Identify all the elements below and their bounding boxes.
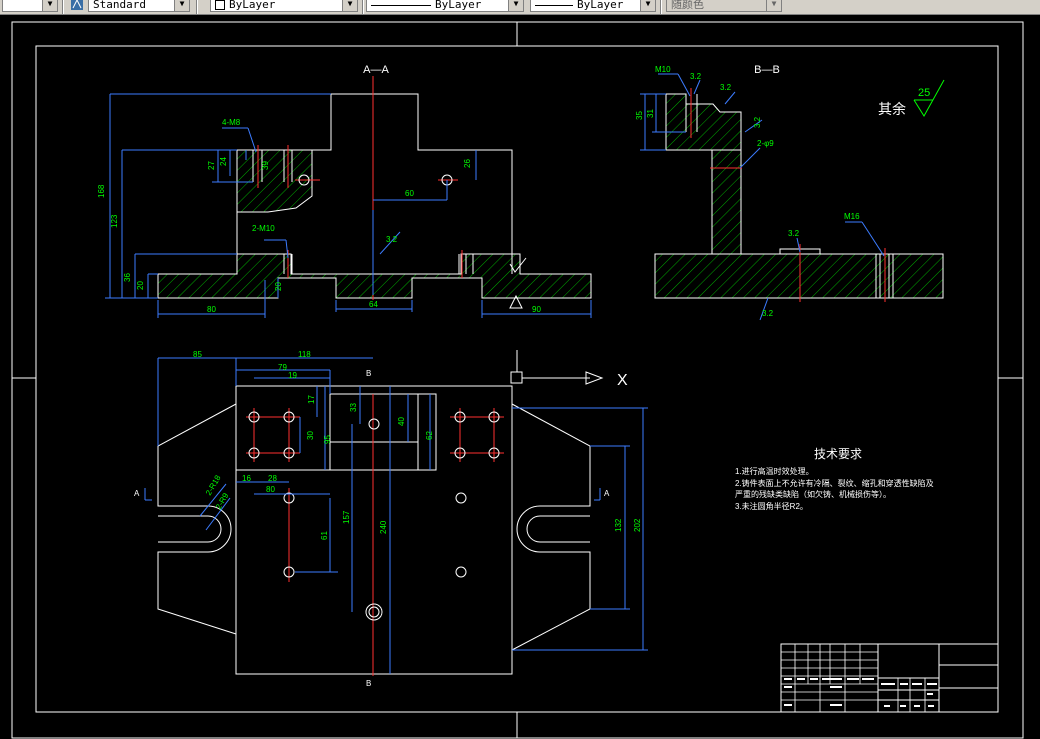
svg-text:A: A <box>134 489 140 498</box>
chevron-down-icon[interactable]: ▼ <box>640 0 655 11</box>
cad-drawing: A—A 168 123 36 20 27 24 39 26 60 80 64 9… <box>11 21 1024 739</box>
section-aa-hatch <box>157 253 592 299</box>
plan-view: 85 118 79 19 17 33 40 62 30 95 16 28 80 … <box>134 350 648 688</box>
title-block <box>780 643 999 713</box>
svg-text:2-M10: 2-M10 <box>252 224 275 233</box>
text-style-select[interactable]: Standard ▼ <box>88 0 190 12</box>
svg-text:2-φ9: 2-φ9 <box>757 139 774 148</box>
svg-text:202: 202 <box>633 518 642 532</box>
text-style-combo[interactable]: ▼ <box>2 0 58 12</box>
svg-text:M10: M10 <box>655 65 671 74</box>
svg-text:24: 24 <box>219 157 228 166</box>
section-aa-view: A—A 168 123 36 20 27 24 39 26 60 80 64 9… <box>97 64 592 318</box>
color-swatch-icon <box>215 0 225 10</box>
svg-text:3.2: 3.2 <box>762 309 774 318</box>
svg-text:85: 85 <box>193 350 202 359</box>
svg-text:X: X <box>617 372 628 389</box>
svg-text:240: 240 <box>379 520 388 534</box>
chevron-down-icon[interactable]: ▼ <box>508 0 523 11</box>
section-bb-hatch-base <box>654 253 944 299</box>
layer-color-select[interactable]: ByLayer ▼ <box>210 0 358 12</box>
svg-text:严重的残缺类缺陷（如欠铸、机械损伤等）。: 严重的残缺类缺陷（如欠铸、机械损伤等）。 <box>735 489 891 499</box>
linetype-value: ByLayer <box>435 0 482 11</box>
toolbar-separator <box>196 0 198 14</box>
svg-text:95: 95 <box>323 435 332 444</box>
svg-text:2.铸件表面上不允许有冷隔、裂纹、缩孔和穿透性缺陷及: 2.铸件表面上不允许有冷隔、裂纹、缩孔和穿透性缺陷及 <box>735 478 934 488</box>
svg-text:90: 90 <box>532 305 541 314</box>
chevron-down-icon[interactable]: ▼ <box>766 0 781 11</box>
linetype-preview-icon <box>371 4 431 6</box>
svg-text:3.2: 3.2 <box>690 72 702 81</box>
svg-text:M16: M16 <box>844 212 860 221</box>
svg-text:35: 35 <box>635 111 644 120</box>
toolbar-separator <box>660 0 662 14</box>
section-bb-title: B—B <box>754 64 780 76</box>
section-bb-hatch-top <box>665 93 742 151</box>
svg-text:3.2: 3.2 <box>788 229 800 238</box>
svg-text:B: B <box>366 369 371 378</box>
svg-text:80: 80 <box>266 485 275 494</box>
svg-text:3.未注圆角半径R2。: 3.未注圆角半径R2。 <box>735 501 808 511</box>
technical-requirements: 技术要求 1.进行高温时效处理。 2.铸件表面上不允许有冷隔、裂纹、缩孔和穿透性… <box>735 447 934 511</box>
svg-text:30: 30 <box>306 431 315 440</box>
svg-text:79: 79 <box>278 363 287 372</box>
svg-text:33: 33 <box>349 403 358 412</box>
svg-text:2-R18: 2-R18 <box>204 473 223 497</box>
svg-text:80: 80 <box>207 305 216 314</box>
svg-text:20: 20 <box>136 281 145 290</box>
sheet-frame <box>11 21 1024 739</box>
svg-text:39: 39 <box>261 161 270 170</box>
linetype-select[interactable]: ByLayer ▼ <box>366 0 524 12</box>
plot-style-select[interactable]: 随颜色 ▼ <box>666 0 782 12</box>
roughness-note: 其余 25 <box>878 79 945 117</box>
section-aa-title: A—A <box>363 64 389 76</box>
svg-text:36: 36 <box>123 273 132 282</box>
section-bb-hatch-web <box>711 149 742 255</box>
ucs-icon: X <box>510 350 628 389</box>
svg-text:其余: 其余 <box>878 101 906 117</box>
chevron-down-icon[interactable]: ▼ <box>174 0 189 11</box>
svg-text:1.进行高温时效处理。: 1.进行高温时效处理。 <box>735 466 814 476</box>
svg-text:28: 28 <box>268 474 277 483</box>
text-style-value: Standard <box>93 0 146 11</box>
svg-text:168: 168 <box>97 184 106 198</box>
toolbar-separator <box>362 0 364 14</box>
lineweight-select[interactable]: ByLayer ▼ <box>530 0 656 12</box>
svg-text:19: 19 <box>288 371 297 380</box>
svg-text:A: A <box>604 489 610 498</box>
svg-text:60: 60 <box>405 189 414 198</box>
svg-text:3.2: 3.2 <box>386 235 398 244</box>
chevron-down-icon[interactable]: ▼ <box>342 0 357 11</box>
plot-style-value: 随颜色 <box>671 0 704 11</box>
svg-text:62: 62 <box>425 431 434 440</box>
svg-text:17: 17 <box>307 395 316 404</box>
svg-text:3.2: 3.2 <box>720 83 732 92</box>
chevron-down-icon[interactable]: ▼ <box>42 0 57 11</box>
lineweight-value: ByLayer <box>577 0 624 11</box>
svg-text:B: B <box>366 679 371 688</box>
svg-text:31: 31 <box>646 109 655 118</box>
text-style-icon[interactable] <box>70 0 84 11</box>
svg-text:16: 16 <box>242 474 251 483</box>
svg-text:61: 61 <box>320 531 329 540</box>
svg-text:132: 132 <box>614 518 623 532</box>
properties-toolbar: ▼ Standard ▼ ByLayer ▼ ByLayer ▼ ByLayer ▼ 随… <box>0 0 1040 15</box>
svg-text:157: 157 <box>342 510 351 524</box>
svg-text:20: 20 <box>274 282 283 291</box>
svg-text:27: 27 <box>207 161 216 170</box>
section-aa-hatch-top <box>236 149 313 213</box>
layer-value: ByLayer <box>229 0 276 11</box>
svg-text:123: 123 <box>110 214 119 228</box>
svg-text:118: 118 <box>298 350 311 359</box>
svg-text:26: 26 <box>463 159 472 168</box>
svg-text:64: 64 <box>369 300 378 309</box>
svg-text:3.2: 3.2 <box>753 116 762 128</box>
tech-title: 技术要求 <box>814 447 862 461</box>
svg-text:4-M8: 4-M8 <box>222 118 241 127</box>
svg-text:25: 25 <box>918 87 930 99</box>
lineweight-preview-icon <box>535 4 573 6</box>
toolbar-separator <box>62 0 64 14</box>
drawing-canvas[interactable]: A—A 168 123 36 20 27 24 39 26 60 80 64 9… <box>0 15 1040 739</box>
svg-text:40: 40 <box>397 417 406 426</box>
